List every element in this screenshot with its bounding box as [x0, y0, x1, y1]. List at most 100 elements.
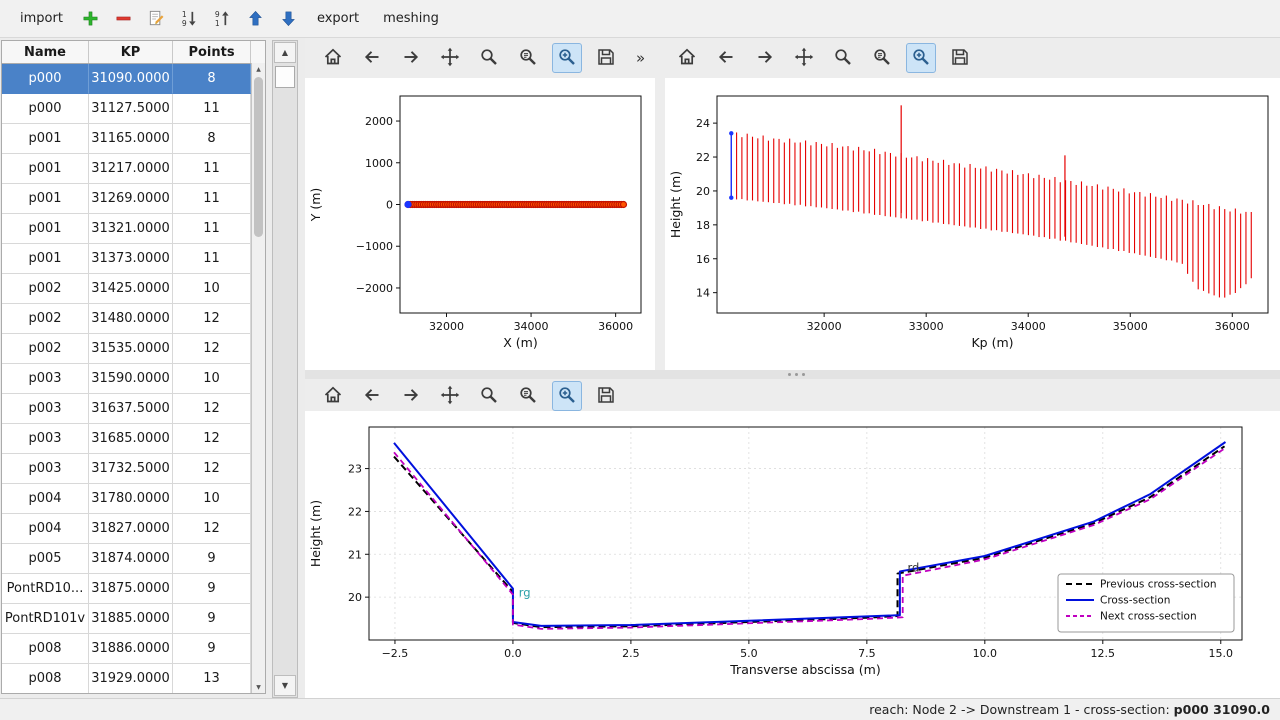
table-cell: 12: [173, 334, 251, 364]
zoom-rect-button[interactable]: [552, 43, 582, 73]
edit-button[interactable]: [143, 5, 171, 33]
forward-button[interactable]: [396, 43, 426, 73]
figure-options-button[interactable]: [867, 43, 897, 73]
figure-options-button[interactable]: [513, 381, 543, 411]
back-button[interactable]: [357, 381, 387, 411]
xy-plot[interactable]: 320003400036000−2000−1000010002000X (m)Y…: [305, 78, 655, 370]
svg-text:21: 21: [348, 548, 362, 561]
import-button[interactable]: import: [10, 6, 73, 31]
pan-button[interactable]: [435, 381, 465, 411]
table-row[interactable]: p00531874.00009: [2, 544, 265, 574]
toolbar-overflow-chevron[interactable]: »: [636, 49, 645, 67]
table-row[interactable]: p00431827.000012: [2, 514, 265, 544]
table-row[interactable]: p00131269.000011: [2, 184, 265, 214]
table-row[interactable]: p00131217.000011: [2, 154, 265, 184]
svg-text:rd: rd: [908, 560, 920, 574]
table-scroll-up-icon[interactable]: ▲: [252, 63, 265, 75]
table-cell: 12: [173, 424, 251, 454]
forward-button[interactable]: [396, 381, 426, 411]
table-row[interactable]: p00331685.000012: [2, 424, 265, 454]
main-toolbar-icons: 1991: [77, 5, 303, 33]
save-button[interactable]: [591, 381, 621, 411]
home-button[interactable]: [318, 381, 348, 411]
forward-button[interactable]: [750, 43, 780, 73]
column-header-points[interactable]: Points: [173, 41, 251, 63]
svg-text:22: 22: [348, 505, 362, 518]
cross-section-plot-toolbar: [318, 381, 630, 411]
home-button[interactable]: [318, 43, 348, 73]
svg-text:32000: 32000: [429, 320, 464, 333]
table-row[interactable]: p00231535.000012: [2, 334, 265, 364]
save-icon: [950, 47, 970, 70]
svg-text:Transverse abscissa (m): Transverse abscissa (m): [729, 662, 880, 677]
edit-icon: [147, 9, 166, 28]
svg-text:24: 24: [696, 117, 710, 130]
move-up-button[interactable]: [242, 5, 270, 33]
table-scrollbar[interactable]: ▲ ▼: [251, 63, 265, 693]
table-row[interactable]: p00031127.500011: [2, 94, 265, 124]
pan-button[interactable]: [435, 43, 465, 73]
cross-section-plot-canvas: −2.50.02.55.07.510.012.515.020212223Tran…: [305, 411, 1280, 698]
svg-text:36000: 36000: [1215, 320, 1250, 333]
figure-options-icon: [872, 47, 892, 70]
svg-text:0.0: 0.0: [504, 647, 521, 660]
sort-descending-button[interactable]: 19: [176, 5, 204, 33]
export-button[interactable]: export: [307, 6, 369, 31]
table-row[interactable]: PontRD101v31885.00009: [2, 604, 265, 634]
zoom-button[interactable]: [474, 381, 504, 411]
sort-descending-icon: 19: [180, 9, 199, 28]
pan-button[interactable]: [789, 43, 819, 73]
panel-scrollbar[interactable]: ▲ ▼: [272, 40, 298, 698]
remove-button[interactable]: [110, 5, 138, 33]
meshing-button[interactable]: meshing: [373, 6, 449, 31]
table-row[interactable]: p00031090.00008: [2, 64, 265, 94]
table-row[interactable]: p00831886.00009: [2, 634, 265, 664]
splitter-handle[interactable]: [305, 370, 1280, 379]
table-cell: 31827.0000: [89, 514, 173, 544]
table-row[interactable]: p00231425.000010: [2, 274, 265, 304]
table-scroll-down-icon[interactable]: ▼: [252, 681, 265, 693]
panel-scrollbar-thumb[interactable]: [275, 66, 295, 88]
save-button[interactable]: [945, 43, 975, 73]
zoom-button[interactable]: [828, 43, 858, 73]
back-button[interactable]: [711, 43, 741, 73]
table-row[interactable]: p00231480.000012: [2, 304, 265, 334]
sort-ascending-icon: 91: [213, 9, 232, 28]
back-button[interactable]: [357, 43, 387, 73]
table-row[interactable]: p00131165.00008: [2, 124, 265, 154]
table-row[interactable]: p00131321.000011: [2, 214, 265, 244]
longitudinal-profile-plot[interactable]: 3200033000340003500036000141618202224Kp …: [665, 78, 1280, 370]
svg-text:36000: 36000: [598, 320, 633, 333]
svg-text:X (m): X (m): [503, 335, 537, 350]
column-header-kp[interactable]: KP: [89, 41, 173, 63]
sort-ascending-button[interactable]: 91: [209, 5, 237, 33]
xy-plot-canvas: 320003400036000−2000−1000010002000X (m)Y…: [305, 78, 655, 370]
table-row[interactable]: p00331732.500012: [2, 454, 265, 484]
table-row[interactable]: p00331590.000010: [2, 364, 265, 394]
table-row[interactable]: p00131373.000011: [2, 244, 265, 274]
scroll-down-button[interactable]: ▼: [274, 675, 296, 696]
figure-options-button[interactable]: [513, 43, 543, 73]
figures-area: » 320003400036000−2000−1000010002000X (m…: [305, 38, 1280, 698]
svg-text:Height (m): Height (m): [308, 500, 323, 567]
svg-text:−1000: −1000: [356, 240, 393, 253]
table-row[interactable]: p00431780.000010: [2, 484, 265, 514]
table-row[interactable]: p00831929.000013: [2, 664, 265, 694]
scroll-up-button[interactable]: ▲: [274, 42, 296, 63]
save-button[interactable]: [591, 43, 621, 73]
zoom-rect-button[interactable]: [906, 43, 936, 73]
add-button[interactable]: [77, 5, 105, 33]
zoom-rect-button[interactable]: [552, 381, 582, 411]
move-down-button[interactable]: [275, 5, 303, 33]
home-button[interactable]: [672, 43, 702, 73]
pan-icon: [440, 47, 460, 70]
figure-options-icon: [518, 385, 538, 408]
zoom-button[interactable]: [474, 43, 504, 73]
svg-text:Previous cross-section: Previous cross-section: [1100, 579, 1217, 591]
svg-text:32000: 32000: [807, 320, 842, 333]
table-row[interactable]: PontRD10...31875.00009: [2, 574, 265, 604]
cross-section-plot[interactable]: −2.50.02.55.07.510.012.515.020212223Tran…: [305, 411, 1280, 698]
table-row[interactable]: p00331637.500012: [2, 394, 265, 424]
column-header-name[interactable]: Name: [2, 41, 89, 63]
table-scrollbar-thumb[interactable]: [254, 77, 263, 237]
